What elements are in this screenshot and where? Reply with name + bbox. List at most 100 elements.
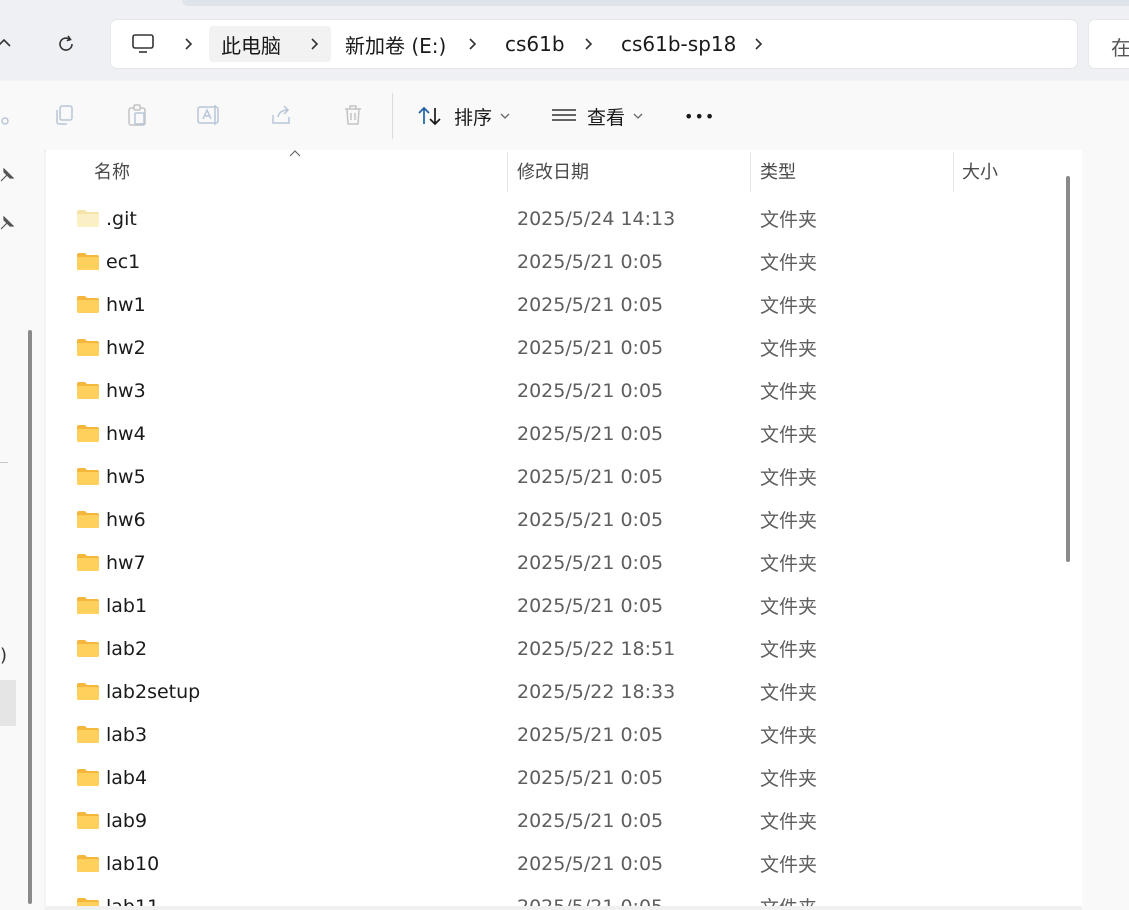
column-header-name[interactable]: 名称 — [94, 150, 130, 192]
file-name[interactable]: lab4 — [106, 756, 147, 799]
chevron-right-icon[interactable] — [307, 20, 323, 68]
copy-icon[interactable] — [51, 102, 77, 128]
folder-icon — [77, 296, 99, 313]
file-type: 文件夹 — [760, 725, 818, 747]
file-name[interactable]: lab11 — [106, 885, 159, 907]
file-modified-date: 2025/5/21 0:05 — [517, 250, 664, 273]
nav-selected-item[interactable] — [0, 680, 16, 726]
file-modified-date: 2025/5/21 0:05 — [517, 551, 664, 574]
chevron-right-icon[interactable] — [181, 20, 197, 68]
address-bar[interactable]: 此电脑 新加卷 (E:) cs61b cs61b-sp18 — [111, 20, 1077, 68]
file-type: 文件夹 — [760, 295, 818, 317]
file-type: 文件夹 — [760, 811, 818, 833]
file-name[interactable]: hw1 — [106, 283, 146, 326]
file-name[interactable]: hw5 — [106, 455, 146, 498]
file-row[interactable]: .git 2025/5/24 14:13 文件夹 — [46, 197, 1054, 240]
file-row[interactable]: hw7 2025/5/21 0:05 文件夹 — [46, 541, 1054, 584]
file-row[interactable]: hw1 2025/5/21 0:05 文件夹 — [46, 283, 1054, 326]
refresh-button[interactable] — [48, 26, 84, 62]
file-modified-date: 2025/5/21 0:05 — [517, 465, 664, 488]
breadcrumb-drive-e[interactable]: 新加卷 (E:) — [345, 20, 446, 68]
file-type: 文件夹 — [760, 854, 818, 876]
file-name[interactable]: hw4 — [106, 412, 146, 455]
file-list: 名称 修改日期 类型 大小 .git 2025/5/24 14:13 文件夹 ec1 2… — [46, 150, 1082, 906]
file-row[interactable]: hw3 2025/5/21 0:05 文件夹 — [46, 369, 1054, 412]
chevron-down-icon — [500, 113, 510, 119]
file-row[interactable]: lab1 2025/5/21 0:05 文件夹 — [46, 584, 1054, 627]
breadcrumb-cs61b-sp18[interactable]: cs61b-sp18 — [621, 20, 736, 68]
sort-icon — [418, 106, 441, 126]
column-header-type[interactable]: 类型 — [760, 150, 796, 192]
cut-icon[interactable] — [0, 102, 14, 128]
breadcrumb-cs61b[interactable]: cs61b — [505, 20, 565, 68]
folder-icon — [77, 382, 99, 399]
chevron-right-icon[interactable] — [581, 20, 597, 68]
column-divider[interactable] — [750, 152, 751, 192]
sort-label: 排序 — [454, 106, 493, 129]
file-row[interactable]: hw6 2025/5/21 0:05 文件夹 — [46, 498, 1054, 541]
share-icon[interactable] — [268, 102, 294, 128]
folder-icon — [77, 210, 99, 227]
rename-icon[interactable] — [196, 102, 222, 128]
sort-button[interactable]: 排序 — [416, 99, 510, 133]
navigation-pane: ) — [0, 150, 44, 910]
column-header-size[interactable]: 大小 — [962, 150, 998, 192]
column-divider[interactable] — [953, 152, 954, 192]
file-name[interactable]: lab3 — [106, 713, 147, 756]
file-name[interactable]: lab2 — [106, 627, 147, 670]
pin-icon[interactable] — [0, 216, 14, 230]
file-name[interactable]: hw6 — [106, 498, 146, 541]
file-modified-date: 2025/5/21 0:05 — [517, 723, 664, 746]
chevron-right-icon[interactable] — [465, 20, 481, 68]
file-row[interactable]: lab9 2025/5/21 0:05 文件夹 — [46, 799, 1054, 842]
nav-divider — [0, 462, 8, 463]
file-type: 文件夹 — [760, 209, 818, 231]
search-box[interactable]: 在 — [1089, 20, 1129, 68]
nav-scrollbar[interactable] — [28, 330, 32, 904]
more-options-button[interactable]: ••• — [684, 99, 715, 133]
file-name[interactable]: lab9 — [106, 799, 147, 842]
file-name[interactable]: .git — [106, 197, 137, 240]
file-type: 文件夹 — [760, 885, 817, 906]
file-list-scrollbar[interactable] — [1066, 176, 1070, 562]
file-row[interactable]: lab2setup 2025/5/22 18:33 文件夹 — [46, 670, 1054, 713]
file-row[interactable]: lab3 2025/5/21 0:05 文件夹 — [46, 713, 1054, 756]
file-modified-date: 2025/5/21 0:05 — [517, 422, 664, 445]
file-modified-date: 2025/5/21 0:05 — [517, 809, 664, 832]
file-name[interactable]: lab2setup — [106, 670, 200, 713]
file-row[interactable]: hw2 2025/5/21 0:05 文件夹 — [46, 326, 1054, 369]
file-row[interactable]: lab2 2025/5/22 18:51 文件夹 — [46, 627, 1054, 670]
up-arrow-icon[interactable] — [0, 26, 22, 62]
file-row[interactable]: hw4 2025/5/21 0:05 文件夹 — [46, 412, 1054, 455]
folder-icon — [77, 898, 99, 906]
view-button[interactable]: 查看 — [551, 99, 643, 133]
sort-ascending-icon — [289, 150, 301, 157]
file-row[interactable]: lab11 2025/5/21 0:05 文件夹 — [46, 885, 1054, 906]
folder-icon — [77, 597, 99, 614]
file-row[interactable]: lab4 2025/5/21 0:05 文件夹 — [46, 756, 1054, 799]
delete-icon[interactable] — [340, 102, 366, 128]
breadcrumb-this-pc[interactable]: 此电脑 — [221, 20, 281, 68]
file-row[interactable]: lab10 2025/5/21 0:05 文件夹 — [46, 842, 1054, 885]
column-header-modified[interactable]: 修改日期 — [517, 150, 589, 192]
more-icon: ••• — [684, 106, 716, 126]
pin-icon[interactable] — [0, 168, 14, 182]
nav-item-fragment[interactable]: ) — [0, 645, 7, 666]
column-divider[interactable] — [507, 152, 508, 192]
details-pane-edge — [1082, 150, 1129, 910]
file-name[interactable]: hw3 — [106, 369, 146, 412]
computer-icon[interactable] — [125, 26, 161, 62]
file-name[interactable]: ec1 — [106, 240, 140, 283]
file-row[interactable]: ec1 2025/5/21 0:05 文件夹 — [46, 240, 1054, 283]
chevron-right-icon[interactable] — [751, 20, 767, 68]
view-label: 查看 — [587, 106, 626, 129]
paste-icon[interactable] — [124, 102, 150, 128]
file-name[interactable]: lab10 — [106, 842, 159, 885]
folder-icon — [77, 339, 99, 356]
file-name[interactable]: hw7 — [106, 541, 146, 584]
file-name[interactable]: lab1 — [106, 584, 147, 627]
file-modified-date: 2025/5/21 0:05 — [517, 594, 664, 617]
file-row[interactable]: hw5 2025/5/21 0:05 文件夹 — [46, 455, 1054, 498]
file-name[interactable]: hw2 — [106, 326, 146, 369]
file-type: 文件夹 — [760, 424, 818, 446]
